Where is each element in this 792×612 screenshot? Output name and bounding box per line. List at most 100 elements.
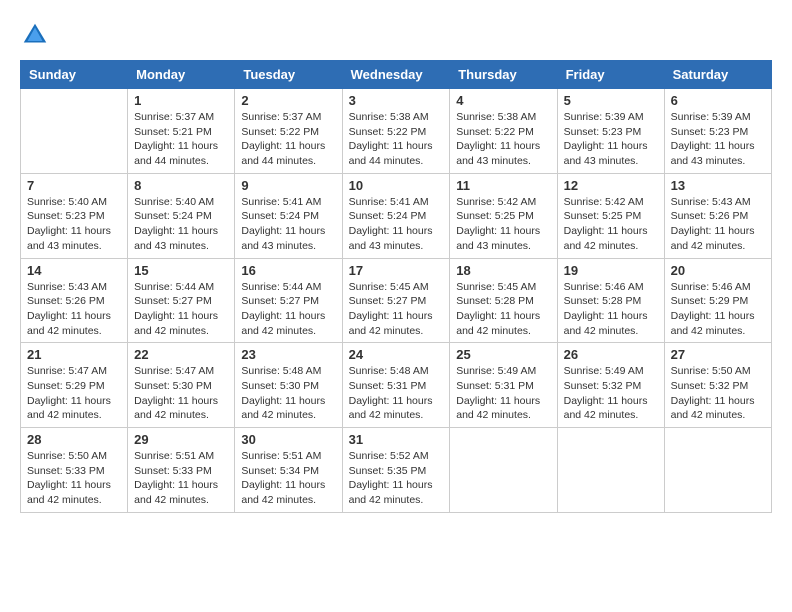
day-info: Sunrise: 5:48 AM Sunset: 5:30 PM Dayligh… [241,364,335,423]
day-number: 28 [27,432,121,447]
day-number: 16 [241,263,335,278]
calendar-cell: 1 Sunrise: 5:37 AM Sunset: 5:21 PM Daylig… [128,89,235,174]
calendar-week-row: 21 Sunrise: 5:47 AM Sunset: 5:29 PM Dayli… [21,343,772,428]
day-info: Sunrise: 5:37 AM Sunset: 5:21 PM Dayligh… [134,110,228,169]
day-info: Sunrise: 5:51 AM Sunset: 5:34 PM Dayligh… [241,449,335,508]
calendar-cell: 7 Sunrise: 5:40 AM Sunset: 5:23 PM Daylig… [21,173,128,258]
calendar-table: SundayMondayTuesdayWednesdayThursdayFrid… [20,60,772,513]
day-number: 19 [564,263,658,278]
logo [20,20,54,50]
day-number: 11 [456,178,550,193]
weekday-header: Monday [128,61,235,89]
calendar-cell: 16 Sunrise: 5:44 AM Sunset: 5:27 PM Dayli… [235,258,342,343]
calendar-week-row: 7 Sunrise: 5:40 AM Sunset: 5:23 PM Daylig… [21,173,772,258]
day-number: 22 [134,347,228,362]
weekday-header: Thursday [450,61,557,89]
calendar-cell: 3 Sunrise: 5:38 AM Sunset: 5:22 PM Daylig… [342,89,450,174]
day-info: Sunrise: 5:39 AM Sunset: 5:23 PM Dayligh… [671,110,765,169]
day-info: Sunrise: 5:43 AM Sunset: 5:26 PM Dayligh… [27,280,121,339]
calendar-cell: 24Sunrise: 5:48 AM Sunset: 5:31 PM Dayli… [342,343,450,428]
day-number: 5 [564,93,658,108]
calendar-cell: 21 Sunrise: 5:47 AM Sunset: 5:29 PM Dayli… [21,343,128,428]
day-number: 1 [134,93,228,108]
day-number: 26 [564,347,658,362]
day-info: Sunrise: 5:49 AM Sunset: 5:31 PM Dayligh… [456,364,550,423]
day-info: Sunrise: 5:43 AM Sunset: 5:26 PM Dayligh… [671,195,765,254]
day-info: Sunrise: 5:37 AM Sunset: 5:22 PM Dayligh… [241,110,335,169]
logo-icon [20,20,50,50]
day-info: Sunrise: 5:50 AM Sunset: 5:32 PM Dayligh… [671,364,765,423]
day-info: Sunrise: 5:47 AM Sunset: 5:29 PM Dayligh… [27,364,121,423]
calendar-cell: 6 Sunrise: 5:39 AM Sunset: 5:23 PM Daylig… [664,89,771,174]
day-info: Sunrise: 5:52 AM Sunset: 5:35 PM Dayligh… [349,449,444,508]
day-info: Sunrise: 5:46 AM Sunset: 5:28 PM Dayligh… [564,280,658,339]
day-number: 31 [349,432,444,447]
day-info: Sunrise: 5:42 AM Sunset: 5:25 PM Dayligh… [564,195,658,254]
day-info: Sunrise: 5:41 AM Sunset: 5:24 PM Dayligh… [241,195,335,254]
calendar-cell: 8Sunrise: 5:40 AM Sunset: 5:24 PM Daylig… [128,173,235,258]
calendar-cell: 12 Sunrise: 5:42 AM Sunset: 5:25 PM Dayli… [557,173,664,258]
calendar-cell [557,428,664,513]
day-info: Sunrise: 5:42 AM Sunset: 5:25 PM Dayligh… [456,195,550,254]
calendar-cell: 10Sunrise: 5:41 AM Sunset: 5:24 PM Dayli… [342,173,450,258]
calendar-cell [664,428,771,513]
day-info: Sunrise: 5:45 AM Sunset: 5:27 PM Dayligh… [349,280,444,339]
calendar-cell: 23 Sunrise: 5:48 AM Sunset: 5:30 PM Dayli… [235,343,342,428]
day-number: 4 [456,93,550,108]
day-info: Sunrise: 5:46 AM Sunset: 5:29 PM Dayligh… [671,280,765,339]
calendar-cell: 9 Sunrise: 5:41 AM Sunset: 5:24 PM Daylig… [235,173,342,258]
calendar-cell [450,428,557,513]
day-number: 3 [349,93,444,108]
day-number: 9 [241,178,335,193]
day-number: 17 [349,263,444,278]
day-number: 21 [27,347,121,362]
day-number: 14 [27,263,121,278]
day-info: Sunrise: 5:40 AM Sunset: 5:24 PM Dayligh… [134,195,228,254]
calendar-week-row: 14 Sunrise: 5:43 AM Sunset: 5:26 PM Dayli… [21,258,772,343]
day-info: Sunrise: 5:48 AM Sunset: 5:31 PM Dayligh… [349,364,444,423]
calendar-cell: 20 Sunrise: 5:46 AM Sunset: 5:29 PM Dayli… [664,258,771,343]
calendar-cell: 14 Sunrise: 5:43 AM Sunset: 5:26 PM Dayli… [21,258,128,343]
calendar-cell: 17 Sunrise: 5:45 AM Sunset: 5:27 PM Dayli… [342,258,450,343]
calendar-cell: 15Sunrise: 5:44 AM Sunset: 5:27 PM Dayli… [128,258,235,343]
weekday-header: Wednesday [342,61,450,89]
day-info: Sunrise: 5:40 AM Sunset: 5:23 PM Dayligh… [27,195,121,254]
calendar-cell: 18Sunrise: 5:45 AM Sunset: 5:28 PM Dayli… [450,258,557,343]
day-number: 18 [456,263,550,278]
day-number: 2 [241,93,335,108]
calendar-cell: 2 Sunrise: 5:37 AM Sunset: 5:22 PM Daylig… [235,89,342,174]
day-number: 25 [456,347,550,362]
day-info: Sunrise: 5:50 AM Sunset: 5:33 PM Dayligh… [27,449,121,508]
day-info: Sunrise: 5:38 AM Sunset: 5:22 PM Dayligh… [349,110,444,169]
calendar-cell [21,89,128,174]
day-number: 30 [241,432,335,447]
calendar-cell: 11 Sunrise: 5:42 AM Sunset: 5:25 PM Dayli… [450,173,557,258]
calendar-week-row: 1 Sunrise: 5:37 AM Sunset: 5:21 PM Daylig… [21,89,772,174]
calendar-week-row: 28 Sunrise: 5:50 AM Sunset: 5:33 PM Dayli… [21,428,772,513]
day-number: 6 [671,93,765,108]
day-number: 12 [564,178,658,193]
calendar-cell: 28 Sunrise: 5:50 AM Sunset: 5:33 PM Dayli… [21,428,128,513]
weekday-header: Tuesday [235,61,342,89]
day-number: 29 [134,432,228,447]
day-info: Sunrise: 5:38 AM Sunset: 5:22 PM Dayligh… [456,110,550,169]
day-number: 23 [241,347,335,362]
calendar-cell: 31 Sunrise: 5:52 AM Sunset: 5:35 PM Dayli… [342,428,450,513]
day-info: Sunrise: 5:44 AM Sunset: 5:27 PM Dayligh… [241,280,335,339]
day-info: Sunrise: 5:44 AM Sunset: 5:27 PM Dayligh… [134,280,228,339]
day-info: Sunrise: 5:51 AM Sunset: 5:33 PM Dayligh… [134,449,228,508]
day-number: 10 [349,178,444,193]
day-number: 7 [27,178,121,193]
calendar-cell: 30 Sunrise: 5:51 AM Sunset: 5:34 PM Dayli… [235,428,342,513]
day-number: 27 [671,347,765,362]
calendar-cell: 27 Sunrise: 5:50 AM Sunset: 5:32 PM Dayli… [664,343,771,428]
day-info: Sunrise: 5:47 AM Sunset: 5:30 PM Dayligh… [134,364,228,423]
page-header [20,20,772,50]
calendar-cell: 25 Sunrise: 5:49 AM Sunset: 5:31 PM Dayli… [450,343,557,428]
weekday-header: Saturday [664,61,771,89]
day-number: 20 [671,263,765,278]
calendar-cell: 22 Sunrise: 5:47 AM Sunset: 5:30 PM Dayli… [128,343,235,428]
calendar-header-row: SundayMondayTuesdayWednesdayThursdayFrid… [21,61,772,89]
calendar-cell: 26Sunrise: 5:49 AM Sunset: 5:32 PM Dayli… [557,343,664,428]
weekday-header: Friday [557,61,664,89]
